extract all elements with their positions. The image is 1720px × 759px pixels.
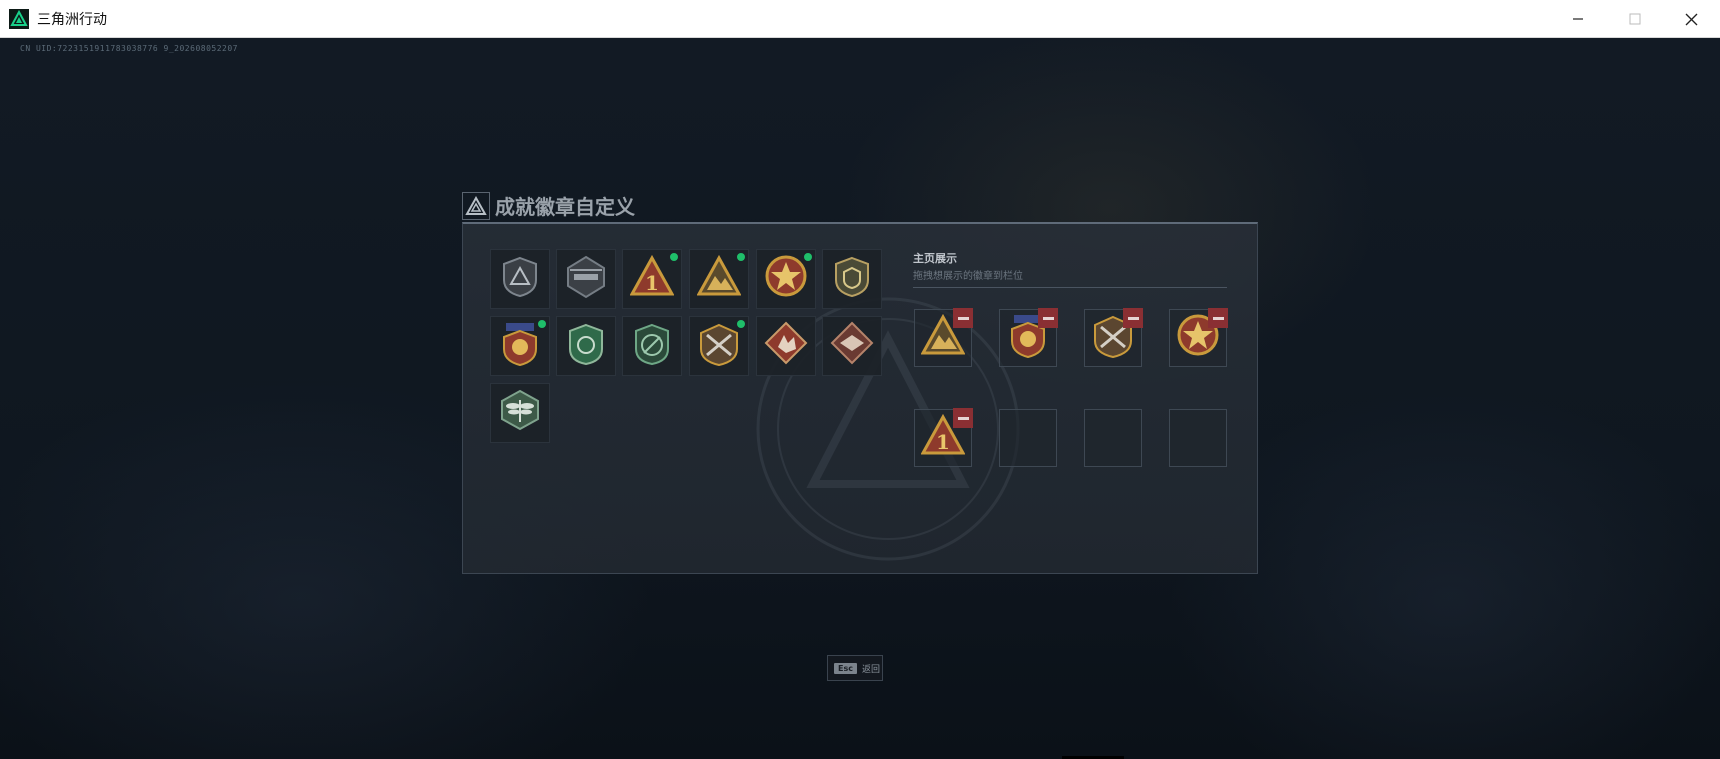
gold-medal-badge-icon xyxy=(498,321,542,371)
badge-item[interactable] xyxy=(756,249,816,309)
minus-icon xyxy=(957,316,969,320)
new-indicator-dot xyxy=(737,320,745,328)
remove-badge-button[interactable] xyxy=(1038,308,1058,328)
window-title: 三角洲行动 xyxy=(37,11,107,28)
new-indicator-dot xyxy=(804,253,812,261)
svg-text:1: 1 xyxy=(645,271,659,295)
divider xyxy=(913,287,1227,288)
star-wreath-badge-icon xyxy=(764,254,808,304)
dialog-title: 成就徽章自定义 xyxy=(495,195,635,219)
new-indicator-dot xyxy=(737,253,745,261)
shield-triangle-badge-icon xyxy=(498,254,542,304)
dialog-header: 成就徽章自定义 xyxy=(462,191,635,220)
badge-item[interactable] xyxy=(556,316,616,376)
display-title: 主页展示 xyxy=(913,252,957,265)
badge-item[interactable] xyxy=(490,316,550,376)
green-wreath-badge-icon xyxy=(630,321,674,371)
display-slot-empty[interactable] xyxy=(999,409,1057,467)
minus-icon xyxy=(1212,316,1224,320)
minimize-button[interactable] xyxy=(1549,0,1606,38)
minus-icon xyxy=(1127,316,1139,320)
diamond-wolf-badge-icon xyxy=(764,321,808,371)
badge-item[interactable] xyxy=(622,316,682,376)
minus-icon xyxy=(1042,316,1054,320)
esc-key: Esc xyxy=(834,662,857,674)
display-slot-empty[interactable] xyxy=(1169,409,1227,467)
display-slot-filled[interactable] xyxy=(1169,308,1228,367)
new-indicator-dot xyxy=(538,320,546,328)
remove-badge-button[interactable] xyxy=(1123,308,1143,328)
app-logo-icon xyxy=(9,8,29,29)
remove-badge-button[interactable] xyxy=(953,408,973,428)
remove-badge-button[interactable] xyxy=(953,308,973,328)
window-controls xyxy=(1549,0,1720,38)
svg-text:1: 1 xyxy=(936,430,950,454)
display-slot-filled[interactable]: 1 xyxy=(914,408,973,467)
hexagon-dragonfly-badge-icon xyxy=(498,388,542,438)
badge-item[interactable] xyxy=(556,249,616,309)
display-slot-filled[interactable] xyxy=(914,308,973,367)
back-button[interactable]: Esc 返回 xyxy=(827,655,883,681)
remove-badge-button[interactable] xyxy=(1208,308,1228,328)
green-lion-badge-icon xyxy=(564,321,608,371)
badge-item[interactable] xyxy=(490,383,550,443)
green-shield-badge-icon xyxy=(830,254,874,304)
badge-item[interactable] xyxy=(822,249,882,309)
back-label: 返回 xyxy=(861,664,880,675)
mountain-triangle-badge-icon xyxy=(696,254,742,304)
new-indicator-dot xyxy=(670,253,678,261)
badge-item[interactable] xyxy=(689,249,749,309)
badge-item[interactable] xyxy=(756,316,816,376)
badge-item[interactable] xyxy=(490,249,550,309)
window-titlebar: 三角洲行动 xyxy=(0,0,1720,38)
minus-icon xyxy=(957,416,969,420)
display-slot-filled[interactable] xyxy=(999,308,1058,367)
number-one-triangle-badge-icon: 1 xyxy=(629,254,675,304)
badge-item[interactable] xyxy=(822,316,882,376)
display-slot-empty[interactable] xyxy=(1084,409,1142,467)
uid-label: CN UID:7223151911783038776 9_20260805220… xyxy=(20,44,238,53)
close-button[interactable] xyxy=(1663,0,1720,38)
display-subtitle: 拖拽想展示的徽章到栏位 xyxy=(913,271,1023,282)
maximize-button[interactable] xyxy=(1606,0,1663,38)
badge-item[interactable]: 1 xyxy=(622,249,682,309)
helicopter-badge-icon xyxy=(564,254,608,304)
display-slot-filled[interactable] xyxy=(1084,308,1143,367)
diamond-eagle-badge-icon xyxy=(830,321,874,371)
triangle-logo-icon xyxy=(462,191,490,220)
badge-item[interactable] xyxy=(689,316,749,376)
crossed-weapons-badge-icon xyxy=(697,321,741,371)
